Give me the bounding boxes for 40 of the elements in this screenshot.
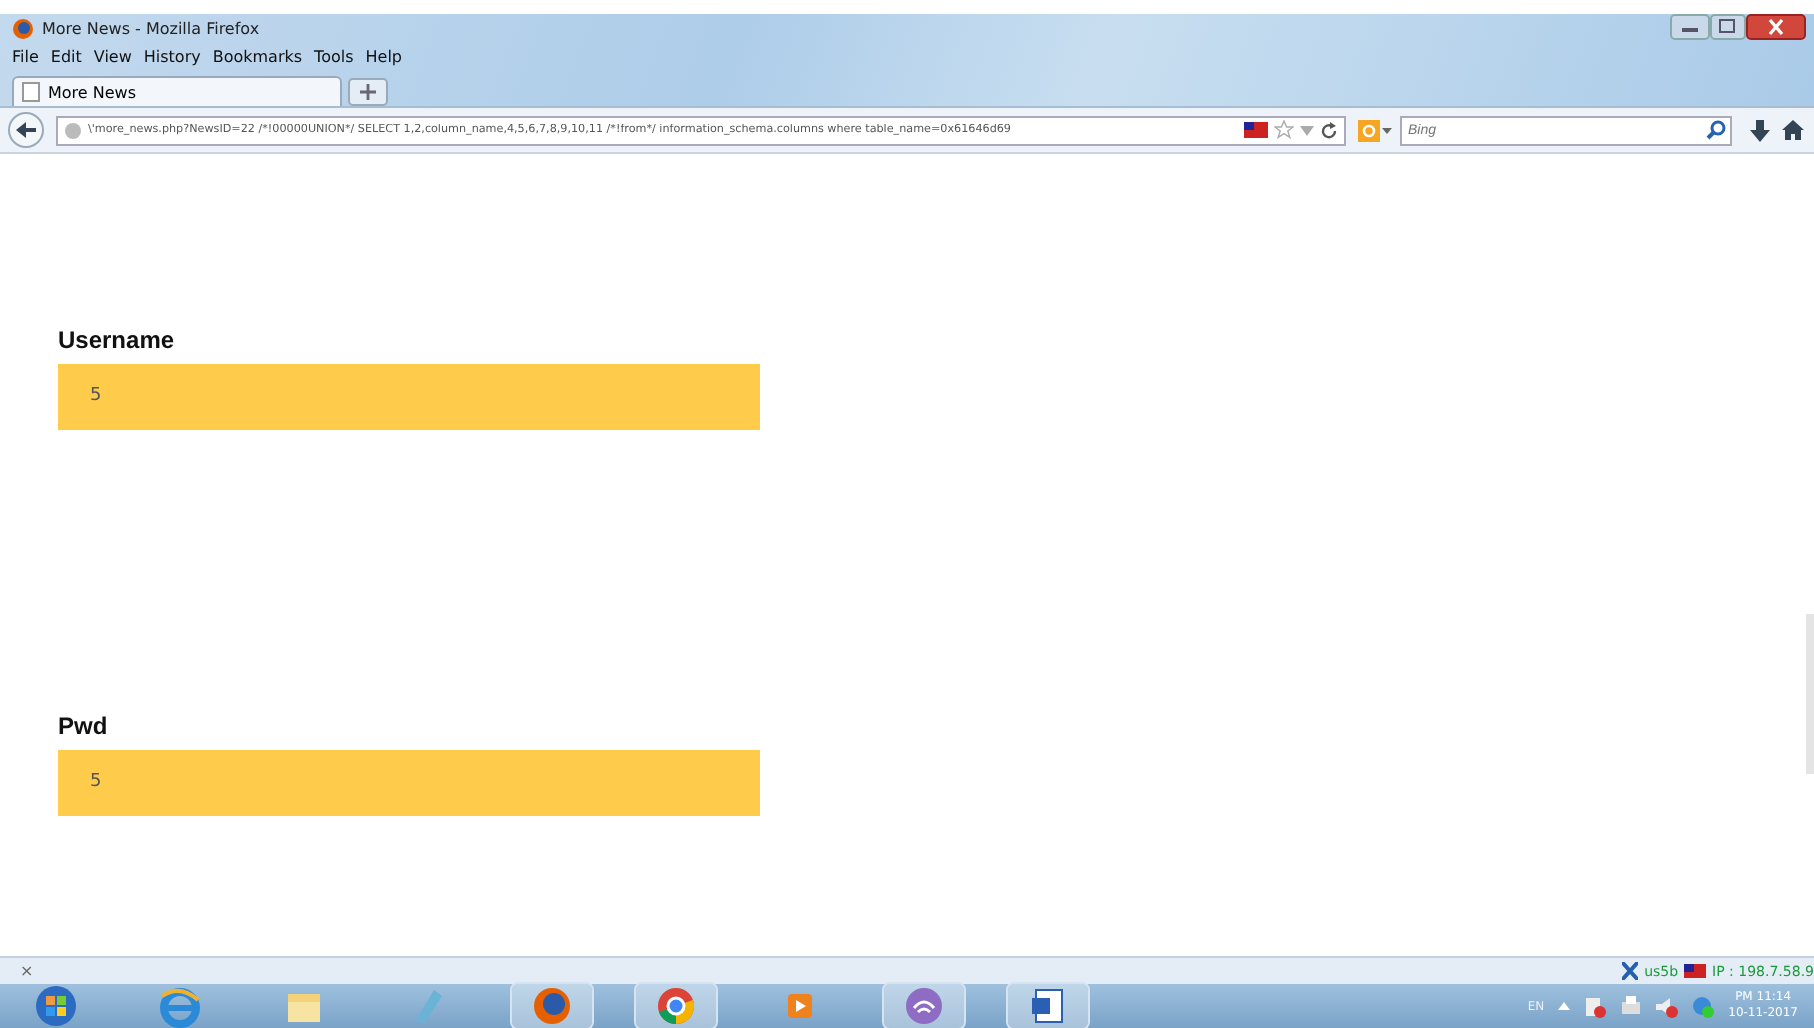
flag-icon [1244,122,1268,138]
volume-tray-icon[interactable] [1656,995,1679,1017]
document-icon[interactable] [1008,984,1088,1028]
page-icon [22,82,40,102]
star-icon[interactable] [1274,120,1294,140]
globe-icon [64,121,82,139]
printer-tray-icon[interactable] [1620,995,1643,1017]
menu-item[interactable]: Bookmarks [212,47,303,65]
close-button[interactable] [1746,14,1806,40]
search-icon[interactable] [1706,120,1726,140]
tray-arrow-icon[interactable] [1558,1002,1571,1010]
browser-tab[interactable]: More News [12,76,342,106]
chrome-icon[interactable] [636,984,716,1028]
minimize-button[interactable] [1670,14,1710,40]
flag-tray-icon[interactable] [1584,995,1607,1017]
menu-item[interactable]: Edit [50,47,82,65]
value-box: 5 [58,364,760,430]
menu-item[interactable]: History [143,47,201,65]
download-icon[interactable] [1750,119,1770,141]
swirl-icon[interactable] [884,984,964,1028]
close-icon[interactable]: × [20,962,34,980]
field-label: Pwd [58,712,110,740]
menu-item[interactable]: View [93,47,132,65]
menu-item[interactable]: Help [365,47,403,65]
menu-item[interactable]: File [12,47,39,65]
flag-icon [1684,964,1707,978]
home-icon[interactable] [1782,120,1804,140]
reload-icon[interactable] [1320,121,1338,139]
value-box: 5 [58,750,760,816]
x-logo-icon [1622,962,1639,980]
back-button[interactable] [8,112,44,148]
field-label: Username [58,326,177,354]
menu-item[interactable]: Tools [314,47,354,65]
maximize-button[interactable] [1710,14,1746,40]
search-engine-icon[interactable] [1358,119,1392,141]
window-title: More News - Mozilla Firefox [42,19,260,37]
firefox-icon [12,17,34,39]
firefox-icon[interactable] [512,984,592,1028]
new-tab-button[interactable] [348,78,388,106]
dropdown-icon[interactable] [1300,125,1314,135]
